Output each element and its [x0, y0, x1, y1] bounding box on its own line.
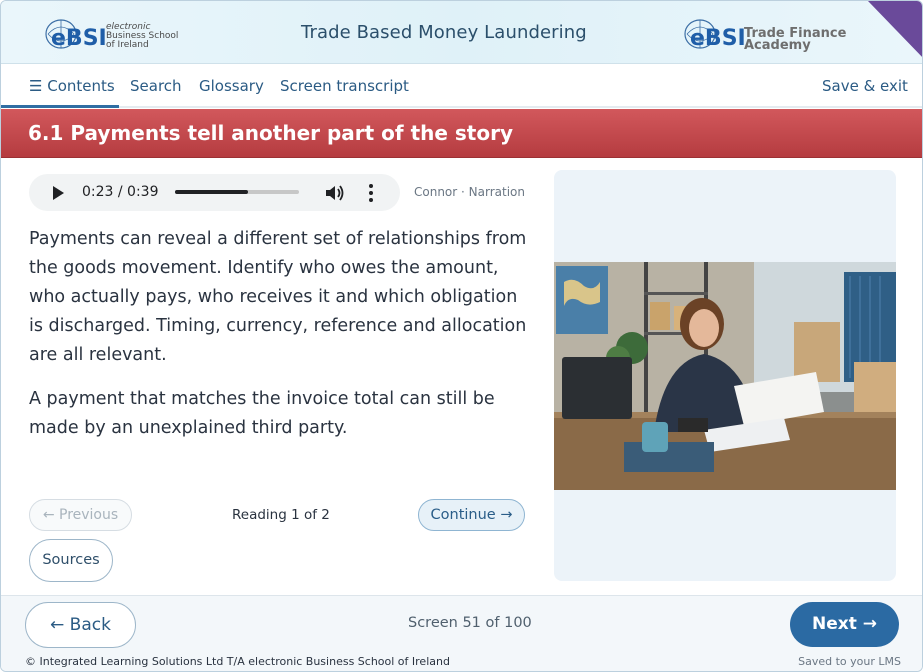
audio-seek-bar[interactable] — [175, 190, 299, 194]
office-photo — [554, 262, 896, 490]
audio-seek-progress — [175, 190, 249, 194]
play-icon[interactable] — [53, 186, 64, 200]
audio-player: 0:23 / 0:39 — [29, 174, 400, 211]
screen-counter: Screen 51 of 100 — [408, 615, 532, 631]
nav-glossary[interactable]: Glossary — [199, 77, 264, 95]
copyright-text: © Integrated Learning Solutions Ltd T/A … — [25, 655, 450, 668]
course-footer: ← Back Screen 51 of 100 Next → © Integra… — [1, 595, 922, 671]
narration-label: Connor · Narration — [414, 185, 525, 199]
section-title: 6.1 Payments tell another part of the st… — [28, 121, 513, 145]
right-logo-mark: eBSI — [690, 26, 746, 51]
lesson-paragraph: Payments can reveal a different set of r… — [29, 229, 527, 365]
nav-contents[interactable]: ☰ Contents — [29, 77, 115, 95]
nav-active-indicator — [1, 105, 119, 108]
more-options-icon[interactable] — [367, 183, 375, 203]
back-button[interactable]: ← Back — [25, 602, 136, 648]
left-logo-line3: of Ireland — [106, 40, 149, 50]
continue-button[interactable]: Continue → — [418, 499, 525, 531]
lesson-text: Payments can reveal a different set of r… — [29, 225, 529, 458]
left-logo-mark: eBSI — [51, 26, 107, 51]
ebsi-logo: eBSI electronic Business School of Irela… — [45, 19, 178, 51]
image-panel — [554, 170, 896, 581]
reading-indicator: Reading 1 of 2 — [232, 507, 330, 523]
corner-accent — [868, 1, 922, 57]
audio-time: 0:23 / 0:39 — [82, 184, 159, 200]
course-nav: ☰ Contents Search Glossary Screen transc… — [1, 65, 922, 108]
course-header: eBSI electronic Business School of Irela… — [1, 1, 922, 64]
previous-button[interactable]: ← Previous — [29, 499, 132, 531]
nav-screen-transcript[interactable]: Screen transcript — [280, 77, 409, 95]
next-button[interactable]: Next → — [790, 602, 899, 647]
right-logo-line2: Academy — [744, 38, 811, 52]
save-status: Saved to your LMS — [798, 655, 901, 668]
volume-icon[interactable] — [325, 184, 345, 202]
course-title: Trade Based Money Laundering — [301, 22, 587, 43]
sources-button[interactable]: Sources — [29, 539, 113, 582]
section-banner: 6.1 Payments tell another part of the st… — [1, 109, 922, 158]
course-player: eBSI electronic Business School of Irela… — [0, 0, 923, 672]
trade-finance-academy-logo: eBSI Trade Finance Academy — [684, 19, 847, 52]
nav-search[interactable]: Search — [130, 77, 182, 95]
save-exit-link[interactable]: Save & exit — [822, 77, 908, 95]
lesson-paragraph: A payment that matches the invoice total… — [29, 389, 495, 438]
